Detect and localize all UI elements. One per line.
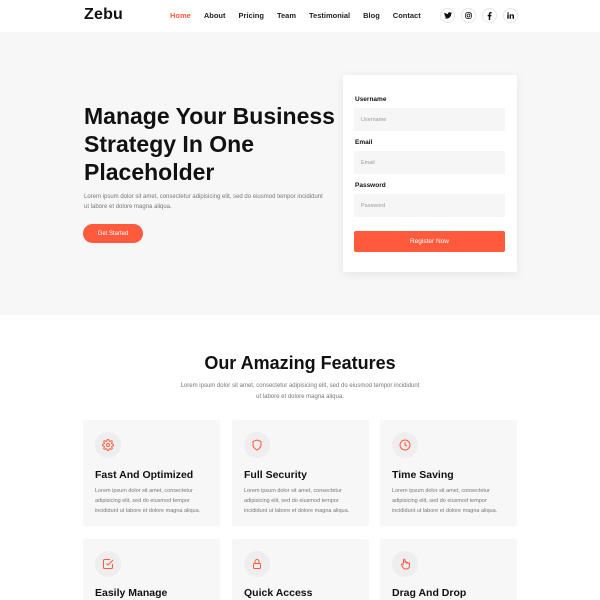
feature-card-fast: Fast And Optimized Lorem ipsum dolor sit…	[83, 420, 220, 526]
nav-blog[interactable]: Blog	[363, 11, 380, 20]
feature-card-manage: Easily Manage	[83, 539, 220, 600]
hero-description: Lorem ipsum dolor sit amet, consectetur …	[84, 194, 323, 210]
feature-title: Quick Access	[244, 587, 313, 599]
get-started-button[interactable]: Get Started	[83, 224, 143, 243]
feature-title: Time Saving	[392, 469, 454, 481]
nav-home[interactable]: Home	[170, 11, 191, 20]
register-now-button[interactable]: Register Now	[354, 231, 505, 252]
feature-card-drag: Drag And Drop	[380, 539, 517, 600]
password-label: Password	[355, 182, 386, 189]
gear-icon	[95, 432, 121, 458]
lock-icon	[244, 551, 270, 577]
username-label: Username	[355, 96, 387, 103]
nav-pricing[interactable]: Pricing	[239, 11, 264, 20]
twitter-icon[interactable]	[440, 8, 455, 23]
email-input[interactable]: Email	[354, 151, 505, 174]
checkbox-icon	[95, 551, 121, 577]
main-nav: Home About Pricing Team Testimonial Blog…	[170, 11, 434, 20]
linkedin-icon[interactable]	[503, 8, 518, 23]
instagram-icon[interactable]	[461, 8, 476, 23]
feature-card-access: Quick Access	[232, 539, 369, 600]
nav-about[interactable]: About	[204, 11, 226, 20]
features-description: Lorem ipsum dolor sit amet, consectetur …	[180, 383, 420, 400]
feature-title: Fast And Optimized	[95, 469, 194, 481]
feature-title: Full Security	[244, 469, 308, 481]
feature-title: Drag And Drop	[392, 587, 467, 599]
feature-text: Lorem ipsum dolor sit amet, consectetur …	[244, 488, 350, 514]
features-title: Our Amazing Features	[204, 353, 396, 373]
feature-text: Lorem ipsum dolor sit amet, consectetur …	[392, 488, 498, 514]
register-form: Username Username Email Email Password P…	[343, 75, 517, 272]
feature-card-security: Full Security Lorem ipsum dolor sit amet…	[232, 420, 369, 526]
hero-title: Manage Your Business Strategy In One Pla…	[84, 103, 335, 185]
header: Zebu Home About Pricing Team Testimonial…	[0, 0, 600, 32]
email-label: Email	[355, 139, 373, 146]
nav-testimonial[interactable]: Testimonial	[309, 11, 350, 20]
feature-text: Lorem ipsum dolor sit amet, consectetur …	[95, 488, 201, 514]
social-links	[440, 8, 518, 23]
facebook-icon[interactable]	[482, 8, 497, 23]
pointer-icon	[392, 551, 418, 577]
nav-team[interactable]: Team	[277, 11, 296, 20]
nav-contact[interactable]: Contact	[393, 11, 421, 20]
logo[interactable]: Zebu	[84, 6, 123, 24]
password-input[interactable]: Password	[354, 194, 505, 217]
feature-title: Easily Manage	[95, 587, 168, 599]
feature-card-time: Time Saving Lorem ipsum dolor sit amet, …	[380, 420, 517, 526]
clock-icon	[392, 432, 418, 458]
username-input[interactable]: Username	[354, 108, 505, 131]
shield-icon	[244, 432, 270, 458]
hero-section: Manage Your Business Strategy In One Pla…	[0, 32, 600, 315]
